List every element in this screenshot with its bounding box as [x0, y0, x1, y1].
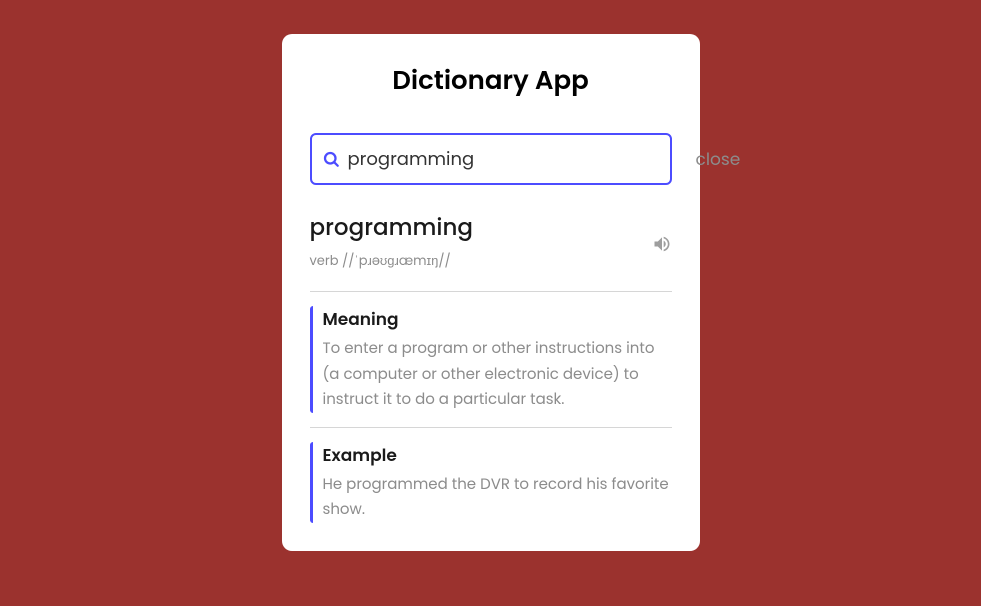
example-text: He programmed the DVR to record his favo… [323, 472, 672, 523]
example-section: Example He programmed the DVR to record … [310, 442, 672, 523]
close-button[interactable]: close [696, 146, 745, 172]
part-of-speech: verb [310, 251, 339, 270]
speaker-icon[interactable] [652, 234, 672, 254]
app-title: Dictionary App [310, 62, 672, 101]
search-input[interactable] [340, 146, 696, 173]
phonetic-text: /ˈpɹəʊɡɹæmɪŋ/ [348, 251, 444, 270]
result-phonetic: verb //ˈpɹəʊɡɹæmɪŋ// [310, 251, 474, 271]
dictionary-card: Dictionary App close programming verb //… [282, 34, 700, 551]
meaning-text: To enter a program or other instructions… [323, 336, 672, 413]
meaning-section: Meaning To enter a program or other inst… [310, 306, 672, 413]
divider [310, 291, 672, 292]
word-row: programming verb //ˈpɹəʊɡɹæmɪŋ// [310, 211, 672, 271]
result-word: programming [310, 211, 474, 245]
search-container: close [310, 133, 672, 185]
example-label: Example [323, 442, 672, 468]
word-block: programming verb //ˈpɹəʊɡɹæmɪŋ// [310, 211, 474, 271]
divider [310, 427, 672, 428]
meaning-label: Meaning [323, 306, 672, 332]
search-icon [322, 150, 340, 168]
